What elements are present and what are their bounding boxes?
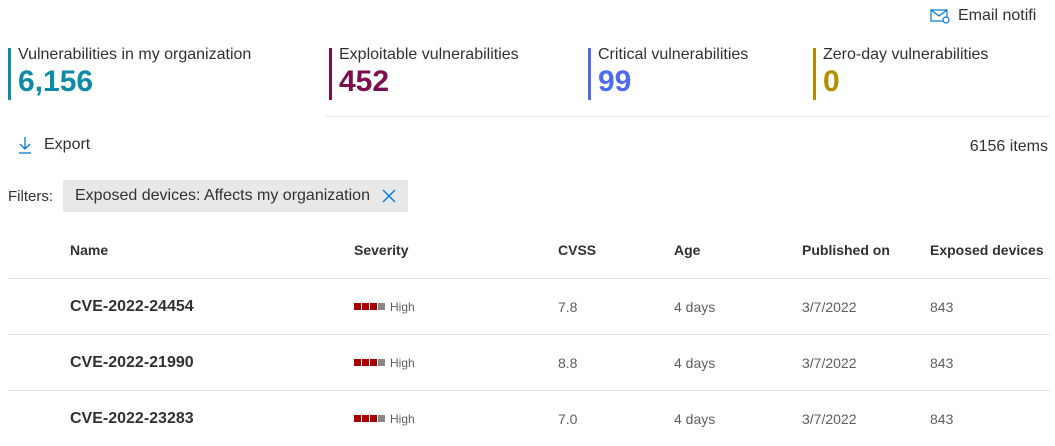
- severity-block: [378, 359, 385, 366]
- table-row[interactable]: CVE-2022-24454 High 7.8 4 days 3/7/2022 …: [8, 279, 1050, 335]
- severity-block: [378, 303, 385, 310]
- export-label: Export: [44, 136, 90, 154]
- severity-block: [362, 415, 369, 422]
- column-header-cvss[interactable]: CVSS: [558, 222, 674, 279]
- exposed-devices-cell: 843: [930, 391, 1050, 446]
- severity-block: [370, 303, 377, 310]
- email-notifications-label: Email notifi: [958, 7, 1036, 25]
- table-row[interactable]: CVE-2022-21990 High 8.8 4 days 3/7/2022 …: [8, 335, 1050, 391]
- column-header-age[interactable]: Age: [674, 222, 802, 279]
- cve-name[interactable]: CVE-2022-23283: [70, 391, 354, 446]
- kpi-value: 452: [339, 66, 519, 98]
- mail-settings-icon: [930, 8, 950, 24]
- filters-bar: Filters: Exposed devices: Affects my org…: [8, 180, 408, 212]
- close-icon[interactable]: [382, 189, 396, 203]
- filter-pill[interactable]: Exposed devices: Affects my organization: [63, 180, 408, 212]
- kpi-row: Vulnerabilities in my organization 6,156…: [8, 44, 1048, 104]
- email-notifications-button[interactable]: Email notifi: [930, 7, 1036, 25]
- exposed-devices-cell: 843: [930, 335, 1050, 391]
- filter-pill-label: Exposed devices: Affects my organization: [75, 187, 370, 205]
- severity-block: [362, 303, 369, 310]
- kpi-label: Exploitable vulnerabilities: [339, 44, 519, 66]
- kpi-value: 0: [823, 66, 988, 98]
- column-header-exposed-devices[interactable]: Exposed devices: [930, 222, 1050, 279]
- severity-block: [362, 359, 369, 366]
- cvss-cell: 7.0: [558, 391, 674, 446]
- kpi-color-bar: [588, 48, 591, 100]
- severity-block: [370, 415, 377, 422]
- severity-label: High: [390, 300, 415, 314]
- published-cell: 3/7/2022: [802, 279, 930, 335]
- kpi-label: Zero-day vulnerabilities: [823, 44, 988, 66]
- export-button[interactable]: Export: [18, 136, 1048, 154]
- vulnerabilities-table: Name Severity CVSS Age Published on Expo…: [8, 222, 1050, 446]
- column-header-name[interactable]: Name: [70, 222, 354, 279]
- cve-name[interactable]: CVE-2022-21990: [70, 335, 354, 391]
- severity-block: [354, 303, 361, 310]
- severity-indicator: High: [354, 412, 558, 426]
- severity-block: [370, 359, 377, 366]
- age-cell: 4 days: [674, 279, 802, 335]
- kpi-label: Critical vulnerabilities: [598, 44, 748, 66]
- row-spacer: [8, 391, 70, 446]
- kpi-total-vulnerabilities[interactable]: Vulnerabilities in my organization 6,156: [8, 44, 251, 100]
- severity-label: High: [390, 356, 415, 370]
- kpi-exploitable-vulnerabilities[interactable]: Exploitable vulnerabilities 452: [329, 44, 519, 100]
- kpi-color-bar: [329, 48, 332, 100]
- kpi-critical-vulnerabilities[interactable]: Critical vulnerabilities 99: [588, 44, 748, 100]
- kpi-zero-day-vulnerabilities[interactable]: Zero-day vulnerabilities 0: [813, 44, 988, 100]
- age-cell: 4 days: [674, 391, 802, 446]
- cvss-cell: 7.8: [558, 279, 674, 335]
- column-header-published-on[interactable]: Published on: [802, 222, 930, 279]
- kpi-value: 99: [598, 66, 748, 98]
- severity-cell: High: [354, 279, 558, 335]
- severity-cell: High: [354, 391, 558, 446]
- column-header-severity[interactable]: Severity: [354, 222, 558, 279]
- kpi-color-bar: [813, 48, 816, 100]
- toolbar: Export 6156 items: [18, 136, 1048, 160]
- kpi-color-bar: [8, 48, 11, 100]
- age-cell: 4 days: [674, 335, 802, 391]
- cve-name[interactable]: CVE-2022-24454: [70, 279, 354, 335]
- row-spacer: [8, 279, 70, 335]
- download-arrow-icon: [18, 136, 32, 154]
- severity-block: [354, 415, 361, 422]
- severity-block: [354, 359, 361, 366]
- published-cell: 3/7/2022: [802, 391, 930, 446]
- items-count: 6156 items: [970, 138, 1048, 156]
- severity-label: High: [390, 412, 415, 426]
- divider: [325, 116, 1050, 117]
- table-row[interactable]: CVE-2022-23283 High 7.0 4 days 3/7/2022 …: [8, 391, 1050, 446]
- kpi-value: 6,156: [18, 66, 251, 98]
- exposed-devices-cell: 843: [930, 279, 1050, 335]
- severity-indicator: High: [354, 356, 558, 370]
- kpi-label: Vulnerabilities in my organization: [18, 44, 251, 66]
- table-header-row: Name Severity CVSS Age Published on Expo…: [8, 222, 1050, 279]
- filters-label: Filters:: [8, 188, 53, 205]
- published-cell: 3/7/2022: [802, 335, 930, 391]
- severity-indicator: High: [354, 300, 558, 314]
- header-spacer: [8, 222, 70, 279]
- severity-block: [378, 415, 385, 422]
- row-spacer: [8, 335, 70, 391]
- cvss-cell: 8.8: [558, 335, 674, 391]
- severity-cell: High: [354, 335, 558, 391]
